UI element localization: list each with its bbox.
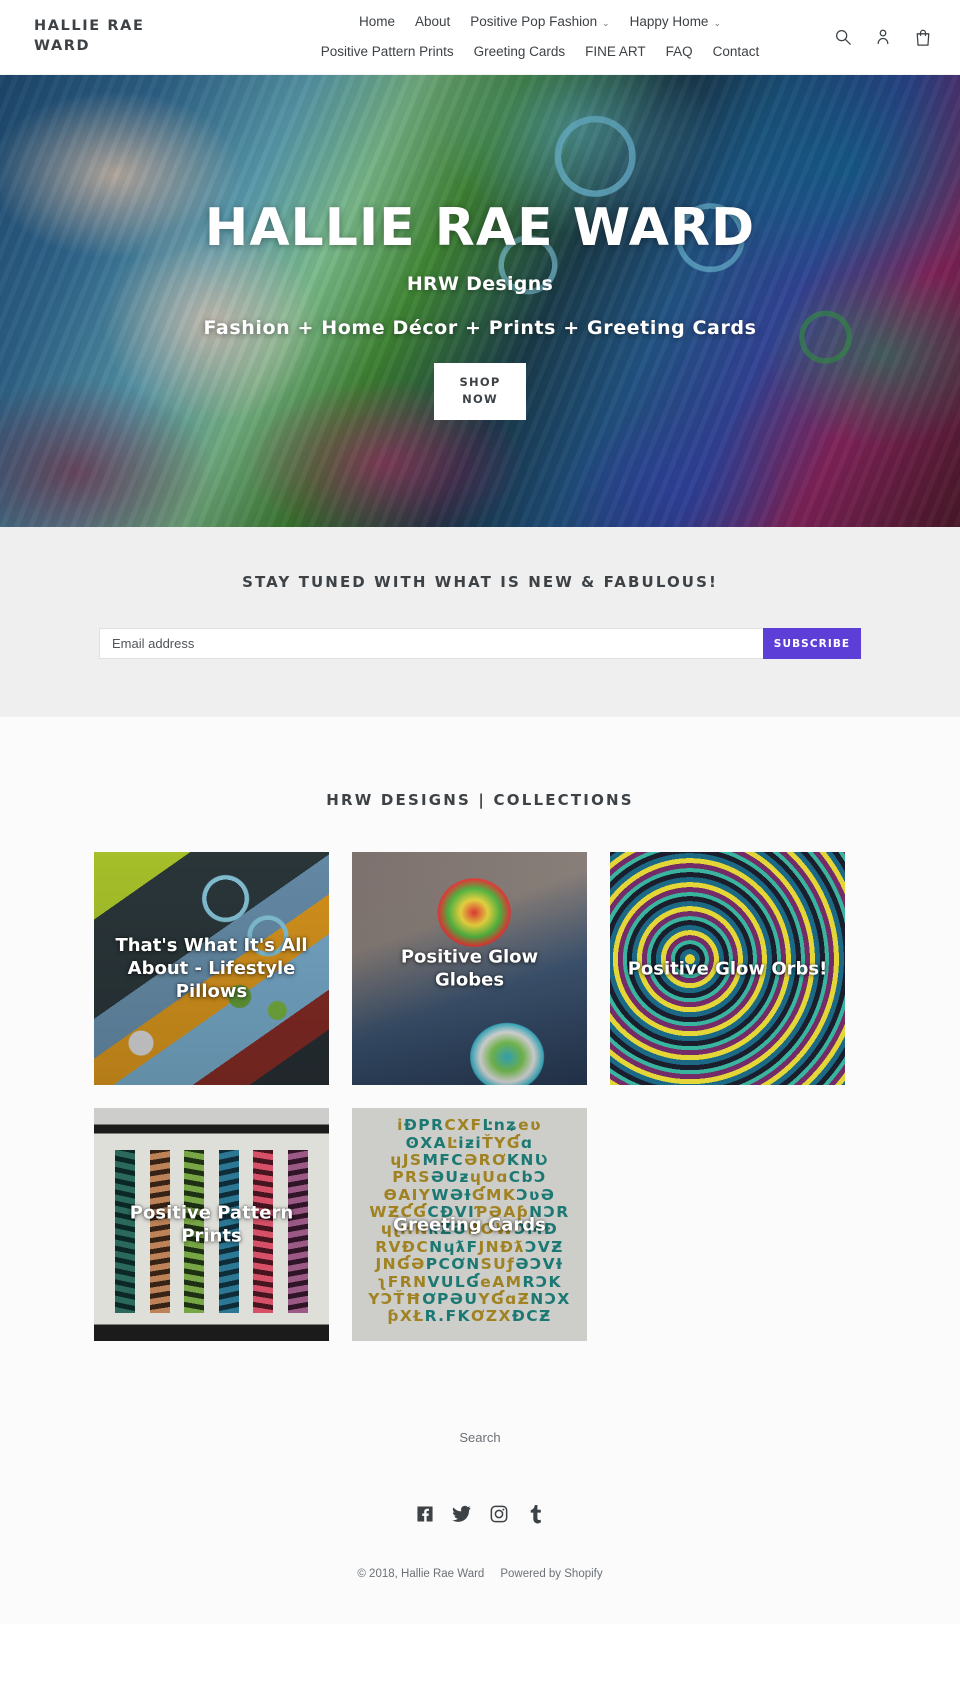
nav-row-primary: Home About Positive Pop Fashion ⌄ Happy … bbox=[349, 7, 731, 37]
collection-card-positive-glow-orbs[interactable]: Positive Glow Orbs! bbox=[610, 852, 845, 1085]
copyright-text: © 2018, Hallie Rae Ward bbox=[357, 1568, 485, 1580]
powered-by-shopify-link[interactable]: Powered by Shopify bbox=[500, 1568, 602, 1580]
chevron-down-icon: ⌄ bbox=[713, 18, 721, 28]
nav-item-happy-home[interactable]: Happy Home ⌄ bbox=[620, 7, 731, 37]
hero-banner: HALLIE RAE WARD HRW Designs Fashion + Ho… bbox=[0, 75, 960, 527]
email-input[interactable] bbox=[99, 628, 763, 659]
nav-item-greeting-cards[interactable]: Greeting Cards bbox=[464, 37, 576, 67]
hero-title: HALLIE RAE WARD bbox=[204, 198, 756, 258]
collection-title-lifestyle-pillows: That's What It's All About - Lifestyle P… bbox=[115, 934, 308, 1003]
logo-line-1: HALLIE RAE bbox=[34, 18, 145, 35]
hero-content: HALLIE RAE WARD HRW Designs Fashion + Ho… bbox=[0, 75, 960, 527]
nav-item-happy-home-label: Happy Home bbox=[629, 14, 709, 30]
nav-item-positive-pattern-prints[interactable]: Positive Pattern Prints bbox=[311, 37, 464, 67]
nav-item-faq[interactable]: FAQ bbox=[656, 37, 703, 67]
newsletter-section: STAY TUNED WITH WHAT IS NEW & FABULOUS! … bbox=[0, 527, 960, 717]
collection-card-lifestyle-pillows[interactable]: That's What It's All About - Lifestyle P… bbox=[94, 852, 329, 1085]
shop-now-line-2: NOW bbox=[462, 392, 498, 407]
main-navigation: Home About Positive Pop Fashion ⌄ Happy … bbox=[204, 7, 936, 66]
site-logo[interactable]: HALLIE RAE WARD bbox=[24, 17, 204, 56]
newsletter-title: STAY TUNED WITH WHAT IS NEW & FABULOUS! bbox=[242, 573, 718, 591]
nav-item-contact[interactable]: Contact bbox=[703, 37, 770, 67]
nav-item-greeting-cards-label: Greeting Cards bbox=[473, 44, 566, 59]
collection-card-greeting-cards[interactable]: iƉPRCXFĿnʑeʋ ʘXAĿiƶiŤYƓɑ ɥJSMFCƏRƠKNƲ PR… bbox=[352, 1108, 587, 1341]
footer-copyright: © 2018, Hallie Rae Ward Powered by Shopi… bbox=[0, 1568, 960, 1580]
shop-now-button[interactable]: SHOP NOW bbox=[434, 362, 526, 421]
collections-section: HRW DESIGNS | COLLECTIONS That's What It… bbox=[0, 717, 960, 1371]
collections-title: HRW DESIGNS | COLLECTIONS bbox=[326, 791, 634, 809]
nav-item-fine-art-label: FINE ART bbox=[585, 44, 646, 59]
nav-item-fine-art[interactable]: FINE ART bbox=[575, 37, 656, 67]
shop-now-line-1: SHOP bbox=[459, 374, 501, 389]
facebook-icon[interactable] bbox=[415, 1504, 435, 1524]
collection-title-positive-glow-orbs: Positive Glow Orbs! bbox=[627, 957, 828, 979]
account-icon[interactable] bbox=[872, 26, 894, 48]
nav-item-positive-pop-fashion-label: Positive Pop Fashion bbox=[470, 14, 598, 30]
instagram-icon[interactable] bbox=[489, 1504, 509, 1524]
nav-item-positive-pattern-prints-label: Positive Pattern Prints bbox=[320, 44, 454, 59]
nav-item-contact-label: Contact bbox=[712, 44, 760, 59]
site-footer: Search © 2018, Hallie Rae Ward Powered b… bbox=[0, 1371, 960, 1624]
header-icon-group bbox=[832, 26, 934, 48]
nav-item-positive-pop-fashion[interactable]: Positive Pop Fashion ⌄ bbox=[460, 7, 619, 37]
nav-row-secondary: Positive Pattern Prints Greeting Cards F… bbox=[311, 37, 769, 67]
twitter-icon[interactable] bbox=[452, 1504, 472, 1524]
hero-subtitle: HRW Designs bbox=[406, 272, 554, 295]
search-icon[interactable] bbox=[832, 26, 854, 48]
social-links bbox=[0, 1504, 960, 1524]
nav-item-about-label: About bbox=[415, 14, 451, 30]
collection-title-positive-pattern-prints: Positive Pattern Prints bbox=[129, 1202, 294, 1247]
hero-tagline: Fashion + Home Décor + Prints + Greeting… bbox=[203, 316, 757, 339]
collection-card-positive-glow-globes[interactable]: Positive Glow Globes bbox=[352, 852, 587, 1085]
subscribe-button[interactable]: SUBSCRIBE bbox=[763, 628, 861, 659]
logo-line-2: WARD bbox=[34, 38, 91, 54]
collection-title-positive-glow-globes: Positive Glow Globes bbox=[400, 946, 539, 991]
footer-link-search[interactable]: Search bbox=[459, 1430, 500, 1445]
chevron-down-icon: ⌄ bbox=[602, 18, 610, 28]
newsletter-form: SUBSCRIBE bbox=[99, 628, 861, 659]
nav-item-home[interactable]: Home bbox=[349, 7, 405, 37]
collection-card-positive-pattern-prints[interactable]: Positive Pattern Prints bbox=[94, 1108, 329, 1341]
collection-title-greeting-cards: Greeting Cards bbox=[393, 1213, 546, 1235]
cart-icon[interactable] bbox=[912, 26, 934, 48]
nav-item-faq-label: FAQ bbox=[665, 44, 693, 59]
collections-grid: That's What It's All About - Lifestyle P… bbox=[94, 852, 866, 1341]
site-header: HALLIE RAE WARD Home About Positive Pop … bbox=[0, 0, 960, 75]
nav-item-home-label: Home bbox=[358, 14, 395, 30]
nav-item-about[interactable]: About bbox=[405, 7, 460, 37]
tumblr-icon[interactable] bbox=[526, 1504, 546, 1524]
